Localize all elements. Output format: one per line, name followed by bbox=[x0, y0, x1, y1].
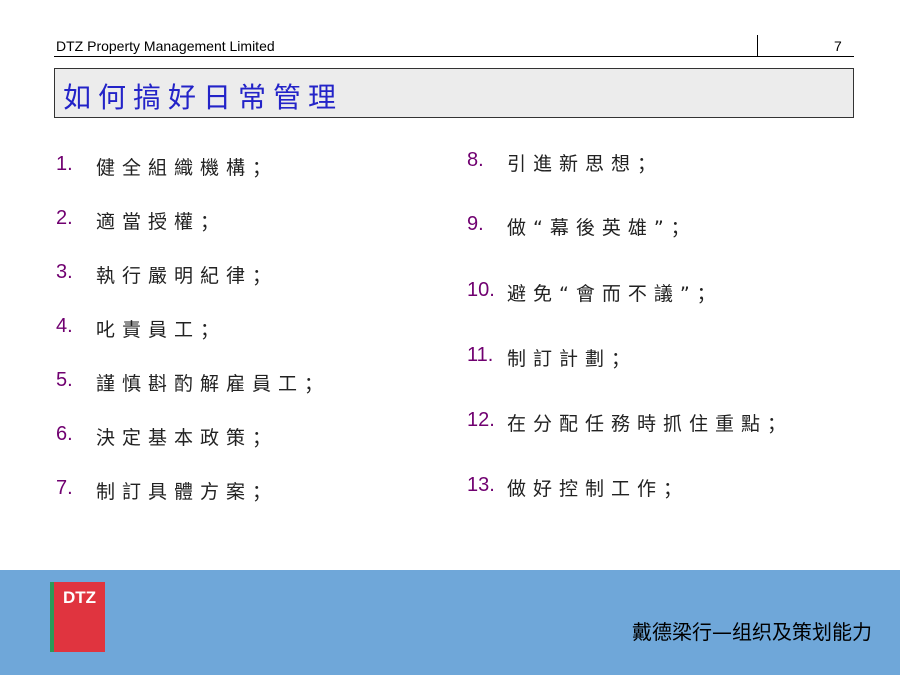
item-number: 13. bbox=[467, 474, 495, 496]
item-text: 適當授權； bbox=[96, 211, 227, 233]
company-name: DTZ Property Management Limited bbox=[56, 38, 275, 54]
item-number: 9. bbox=[467, 213, 484, 235]
header-rule bbox=[54, 56, 854, 57]
item-text: 做“幕後英雄”； bbox=[507, 217, 697, 239]
item-text: 制訂計劃； bbox=[507, 348, 638, 370]
item-text: 在分配任務時抓住重點； bbox=[507, 413, 794, 435]
footer-caption: 戴德梁行—组织及策划能力 bbox=[632, 620, 872, 644]
item-number: 10. bbox=[467, 279, 495, 301]
item-number: 8. bbox=[467, 149, 484, 171]
item-text: 叱責員工； bbox=[96, 319, 227, 341]
item-number: 1. bbox=[56, 153, 73, 175]
item-number: 4. bbox=[56, 315, 73, 337]
item-number: 5. bbox=[56, 369, 73, 391]
title-box: 如何搞好日常管理 bbox=[54, 68, 854, 118]
footer-band: DTZ 戴德梁行—组织及策划能力 bbox=[0, 570, 900, 675]
item-text: 避免“會而不議”； bbox=[507, 283, 723, 305]
item-number: 11. bbox=[467, 344, 494, 366]
item-text: 做好控制工作； bbox=[507, 478, 690, 500]
item-text: 健全組織機構； bbox=[96, 157, 279, 179]
item-number: 6. bbox=[56, 423, 73, 445]
item-number: 2. bbox=[56, 207, 73, 229]
item-text: 引進新思想； bbox=[507, 153, 664, 175]
item-text: 決定基本政策； bbox=[96, 427, 279, 449]
item-text: 制訂具體方案； bbox=[96, 481, 279, 503]
item-text: 執行嚴明紀律； bbox=[96, 265, 279, 287]
logo-stripe bbox=[50, 582, 54, 652]
item-number: 12. bbox=[467, 409, 495, 431]
dtz-logo: DTZ bbox=[50, 582, 105, 652]
logo-text: DTZ bbox=[63, 588, 97, 607]
item-text: 謹慎斟酌解雇員工； bbox=[96, 373, 331, 395]
item-number: 3. bbox=[56, 261, 73, 283]
slide-title: 如何搞好日常管理 bbox=[63, 81, 344, 114]
header-divider-vertical bbox=[757, 35, 758, 57]
item-number: 7. bbox=[56, 477, 73, 499]
page-number: 7 bbox=[834, 38, 842, 54]
